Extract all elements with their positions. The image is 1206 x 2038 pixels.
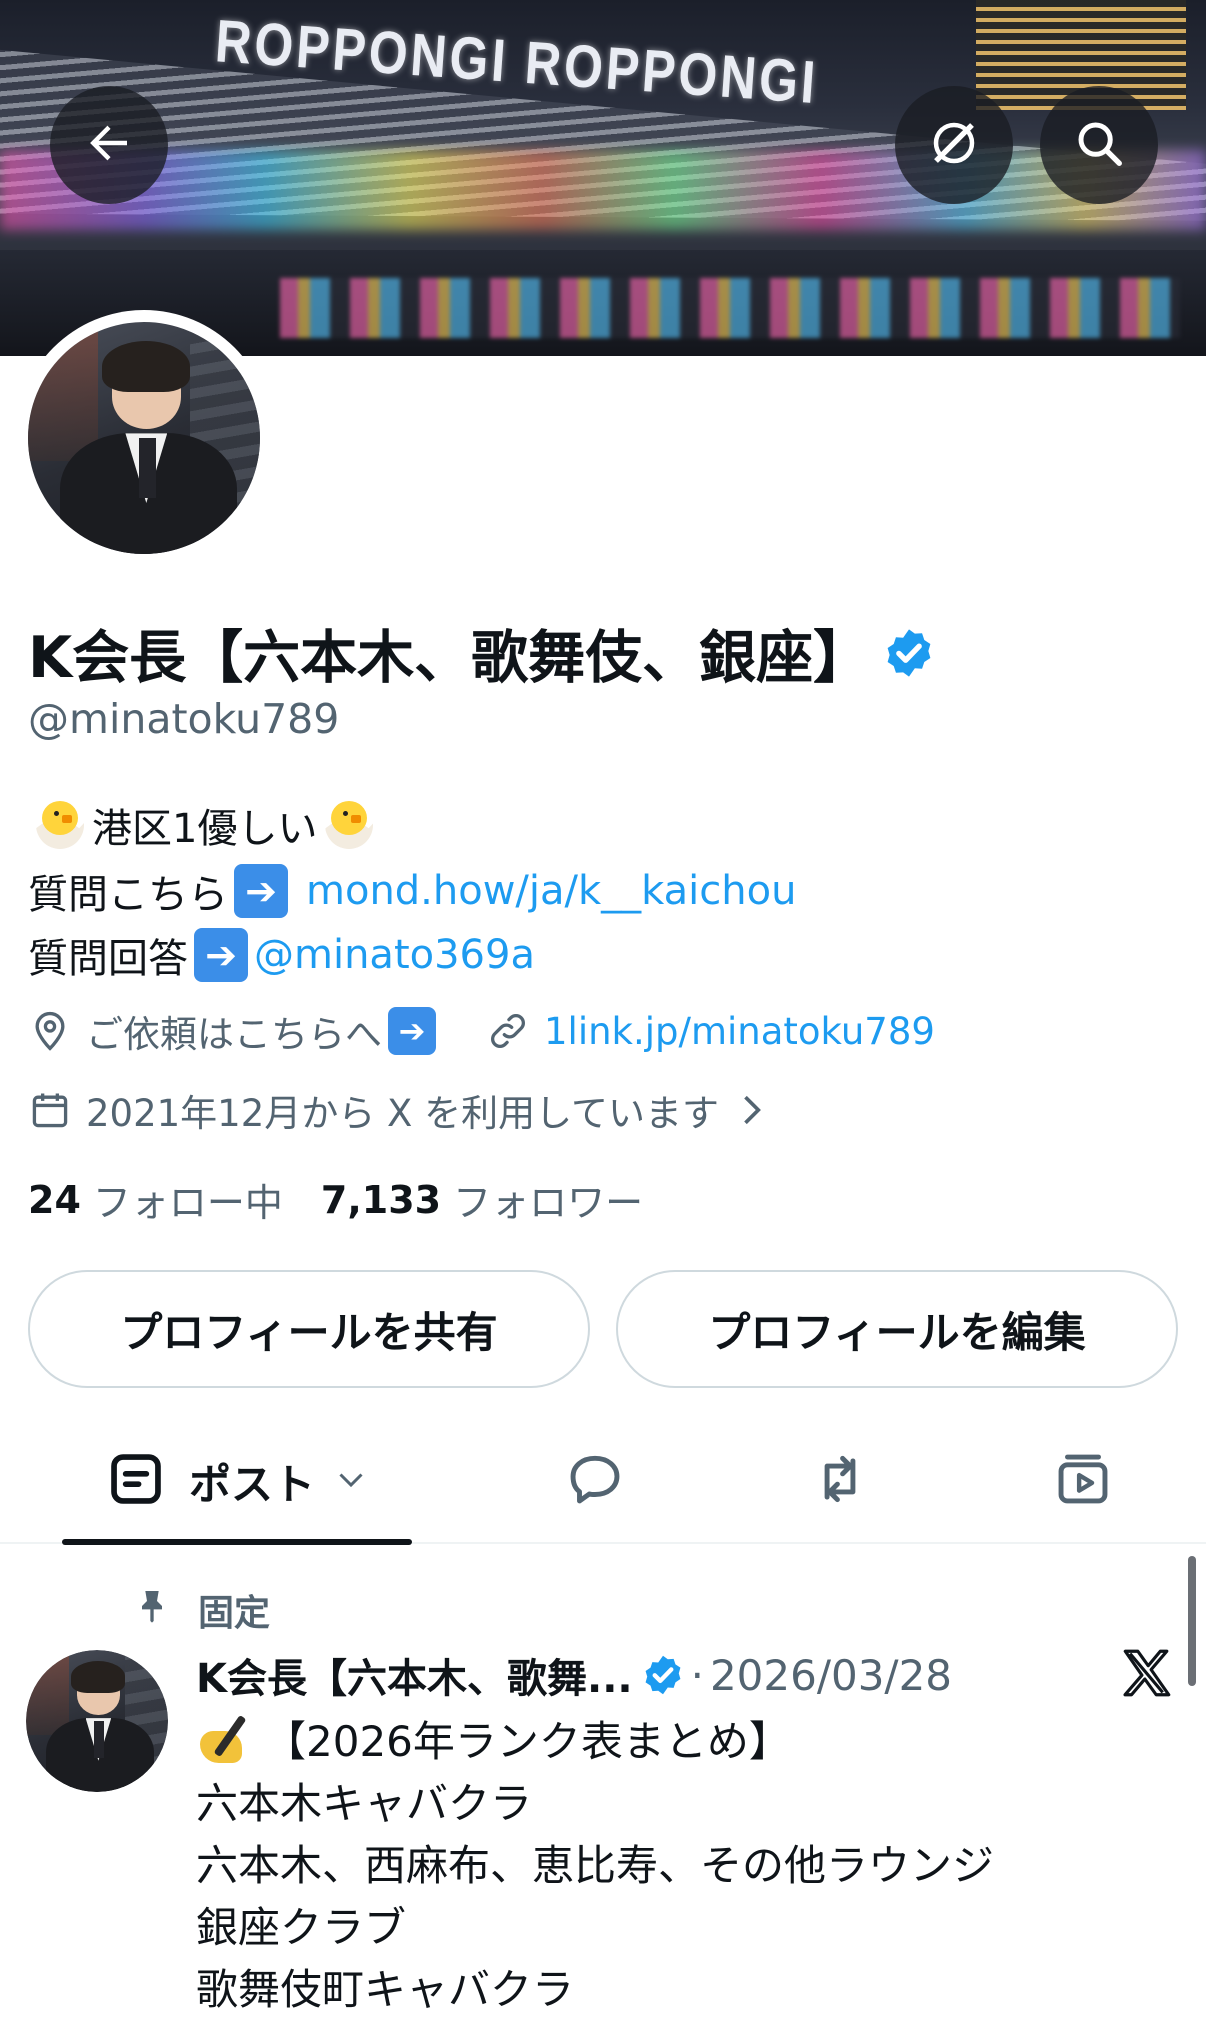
hatching-chick-icon [32, 797, 88, 853]
display-name: K会長【六本木、歌舞伎、銀座】 [28, 612, 936, 694]
post-line-1: 【2026年ランク表まとめ】 [264, 1717, 791, 1766]
follow-counts: 24 フォロー中 7,133 フォロワー [28, 1172, 681, 1227]
user-handle: @minatoku789 [28, 695, 340, 743]
media-video-icon [1052, 1448, 1114, 1514]
back-button[interactable] [50, 86, 168, 204]
following-label[interactable]: フォロー中 [93, 1172, 283, 1227]
post-line-4: 銀座クラブ [196, 1903, 407, 1952]
bio-line-1-text: 港区1優しい [92, 806, 318, 852]
tab-posts[interactable]: ポスト [62, 1420, 412, 1545]
x-logo-icon [1118, 1644, 1176, 1702]
right-arrow-icon: ➔ [234, 864, 288, 918]
tab-replies[interactable] [550, 1420, 640, 1542]
edit-profile-button[interactable]: プロフィールを編集 [616, 1270, 1178, 1388]
bio-line-1: 港区1優しい [28, 796, 381, 854]
bio-line-3: 質問回答 ➔ @minato369a [28, 926, 535, 984]
tab-media[interactable] [1038, 1420, 1128, 1542]
post-header: K会長【六本木、歌舞... · 2026/03/28 [196, 1646, 952, 1704]
pin-icon [132, 1586, 198, 1635]
post-line-3: 六本木、西麻布、恵比寿、その他ラウンジ [196, 1841, 995, 1890]
post-author-avatar[interactable] [26, 1650, 168, 1792]
posts-list-icon [105, 1448, 167, 1514]
post-line-2: 六本木キャバクラ [196, 1779, 533, 1828]
verified-badge-icon[interactable] [882, 626, 936, 680]
bio-line-2-prefix: 質問こちら [28, 872, 228, 918]
right-arrow-icon: ➔ [388, 1007, 436, 1055]
tab-posts-label: ポスト [188, 1459, 315, 1509]
joined-row[interactable]: 2021年12月から X を利用しています [28, 1083, 787, 1137]
post-line-5: 歌舞伎町キャバクラ [196, 1965, 575, 2014]
tab-reposts[interactable] [795, 1420, 885, 1542]
bio-mention-link[interactable]: @minato369a [254, 932, 535, 978]
verified-badge-icon [641, 1653, 685, 1697]
grok-button[interactable] [895, 86, 1013, 204]
display-name-text: K会長【六本木、歌舞伎、銀座】 [28, 625, 871, 691]
location-pin-icon [28, 1009, 72, 1053]
profile-page: ROPPONGI ROPPONGI K会長【六本木、歌舞伎、銀座】 @minat… [0, 0, 1206, 2038]
avatar-image [28, 322, 260, 554]
profile-avatar[interactable] [16, 310, 272, 566]
bio-link-mond[interactable]: mond.how/ja/k__kaichou [306, 868, 796, 914]
post-separator: · [690, 1650, 704, 1700]
scrollbar[interactable] [1188, 1556, 1196, 1686]
post-text-line: 【2026年ランク表まとめ】 [196, 1708, 791, 1769]
website-link-wrap: 1link.jp/minatoku789 [486, 1009, 935, 1053]
calendar-icon [28, 1088, 72, 1132]
followers-label[interactable]: フォロワー [453, 1172, 643, 1227]
location-text: ご依頼はこちらへ [86, 1013, 382, 1056]
pinned-label: 固定 [198, 1593, 271, 1634]
share-profile-button[interactable]: プロフィールを共有 [28, 1270, 590, 1388]
hatching-chick-icon [321, 797, 377, 853]
post-author-name[interactable]: K会長【六本木、歌舞... [196, 1646, 633, 1704]
repost-icon [809, 1448, 871, 1514]
bio-line-3-prefix: 質問回答 [28, 936, 188, 982]
post-date[interactable]: 2026/03/28 [710, 1651, 952, 1700]
profile-meta-row: ご依頼はこちらへ ➔ 1link.jp/minatoku789 [28, 1004, 935, 1058]
chevron-down-icon[interactable] [333, 1461, 369, 1501]
profile-tabs: ポスト [0, 1420, 1206, 1545]
followers-count[interactable]: 7,133 [321, 1178, 441, 1222]
following-count[interactable]: 24 [28, 1178, 81, 1222]
arrow-left-icon [82, 116, 136, 174]
grok-icon [927, 116, 981, 174]
link-icon [486, 1009, 530, 1053]
website-link[interactable]: 1link.jp/minatoku789 [544, 1010, 935, 1053]
search-button[interactable] [1040, 86, 1158, 204]
writing-hand-icon [196, 1711, 256, 1767]
joined-text: 2021年12月から X を利用しています [86, 1092, 720, 1135]
chevron-right-icon [729, 1088, 773, 1132]
reply-bubble-icon [564, 1448, 626, 1514]
bio-line-2: 質問こちら ➔ mond.how/ja/k__kaichou [28, 862, 796, 920]
right-arrow-icon: ➔ [194, 928, 248, 982]
profile-banner[interactable]: ROPPONGI ROPPONGI [0, 0, 1206, 356]
pinned-indicator: 固定 [132, 1584, 270, 1636]
search-icon [1072, 116, 1126, 174]
